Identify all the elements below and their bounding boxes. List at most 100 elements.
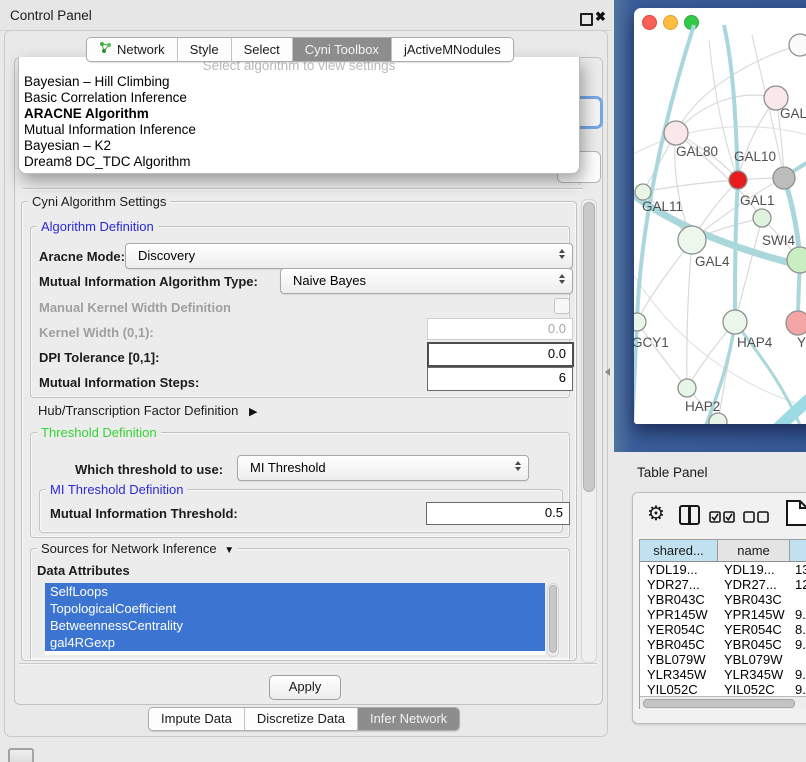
network-node-gal11[interactable] <box>635 184 651 200</box>
bottom-tab-discretize-data[interactable]: Discretize Data <box>245 708 358 730</box>
column-chooser-icon[interactable] <box>679 505 700 525</box>
node-label-gal1: GAL1 <box>740 193 775 208</box>
table-row-3[interactable]: YPR145WYPR145W9. <box>640 607 806 622</box>
attribute-item-betweennesscentrality[interactable]: BetweennessCentrality <box>45 617 545 634</box>
bottom-tab-infer-network[interactable]: Infer Network <box>358 708 459 730</box>
kernel-width-field[interactable]: 0.0 <box>427 318 573 340</box>
float-icon[interactable] <box>580 13 593 26</box>
mi-type-value: Naive Bayes <box>293 273 366 288</box>
network-node-y[interactable] <box>786 311 806 335</box>
table-horizontal-scrollbar[interactable] <box>640 696 806 709</box>
sources-group-title: Sources for Network Inference ▼ <box>37 541 238 556</box>
network-view-window[interactable]: GALGAL80GAL10GAL11GAL1SWI4GAL4GCY1HAP4YH… <box>634 8 806 424</box>
network-node-hap2[interactable] <box>678 379 696 397</box>
kernel-width-value: 0.0 <box>428 319 572 336</box>
table-row-7[interactable]: YLR345WYLR345W9. <box>640 667 806 682</box>
sources-title-text: Sources for Network Inference <box>41 541 217 556</box>
select-all-checkboxes-icon[interactable] <box>709 511 736 527</box>
cyni-algorithm-settings-group: Cyni Algorithm Settings Algorithm Defini… <box>21 201 577 661</box>
close-window-icon[interactable] <box>642 15 657 30</box>
network-node-4[interactable] <box>773 167 795 189</box>
tab-network[interactable]: Network <box>87 38 178 61</box>
network-node-hap4[interactable] <box>723 310 747 334</box>
network-node-gal10[interactable] <box>729 171 747 189</box>
node-label-gal: GAL <box>780 106 806 121</box>
node-label-gal11: GAL11 <box>642 199 683 214</box>
network-node-gal4[interactable] <box>678 226 706 254</box>
network-node-swi4[interactable] <box>787 247 806 273</box>
tab-cyni-toolbox[interactable]: Cyni Toolbox <box>293 38 392 61</box>
dpi-tolerance-value: 0.0 <box>429 344 572 361</box>
group-divider-line <box>23 188 583 190</box>
network-node-gcy1[interactable] <box>634 313 646 331</box>
apply-button[interactable]: Apply <box>269 675 341 700</box>
attribute-item-gal4rgexp[interactable]: gal4RGexp <box>45 634 545 651</box>
node-label-hap4: HAP4 <box>737 335 773 350</box>
algorithm-option-dream8-dc-tdc-algorithm[interactable]: Dream8 DC_TDC Algorithm <box>19 154 579 170</box>
tab-jactivemnodules[interactable]: jActiveMNodules <box>392 38 513 61</box>
algorithm-dropdown-popup: Select algorithm to view settings Bayesi… <box>18 57 580 174</box>
algorithm-option-aracne-algorithm[interactable]: ARACNE Algorithm <box>19 106 579 122</box>
node-label-gal80: GAL80 <box>676 144 718 159</box>
node-label-gcy1: GCY1 <box>634 335 669 350</box>
collapsed-panel-button[interactable] <box>8 748 34 762</box>
column-header-0[interactable]: shared... <box>640 540 718 562</box>
mi-steps-field[interactable]: 6 <box>427 367 573 391</box>
node-label-gal10: GAL10 <box>734 149 776 164</box>
mi-threshold-group: MI Threshold Definition Mutual Informati… <box>39 489 563 533</box>
network-node-gal1[interactable] <box>753 209 771 227</box>
table-row-0[interactable]: YDL19...YDL19...13 <box>640 562 806 577</box>
application-window: Control Panel ✖ NetworkStyleSelectCyni T… <box>0 0 806 762</box>
table-row-6[interactable]: YBL079WYBL079W <box>640 652 806 667</box>
table-cell: YDL19... <box>640 562 717 577</box>
settings-scrollbar[interactable] <box>581 199 597 663</box>
table-cell: 9. <box>788 667 806 682</box>
table-cell: YPR145W <box>717 607 788 622</box>
network-node-0[interactable] <box>789 34 806 56</box>
tab-select[interactable]: Select <box>232 38 293 61</box>
aracne-mode-label: Aracne Mode: <box>39 249 125 264</box>
export-table-icon[interactable] <box>785 499 806 530</box>
splitpane-collapse-icon[interactable] <box>605 368 610 376</box>
gear-icon[interactable]: ⚙ <box>647 501 665 526</box>
table-row-2[interactable]: YBR043CYBR043C <box>640 592 806 607</box>
which-threshold-combo[interactable]: MI Threshold <box>237 455 529 481</box>
mi-threshold-group-title: MI Threshold Definition <box>46 482 187 497</box>
column-header-2[interactable]: A <box>790 540 806 562</box>
aracne-mode-combo[interactable]: Discovery <box>125 243 573 269</box>
hub-definition-expander[interactable]: Hub/Transcription Factor Definition ▶ <box>38 403 257 418</box>
bottom-tab-impute-data-label: Impute Data <box>161 711 232 726</box>
minimize-window-icon[interactable] <box>663 15 678 30</box>
tab-style[interactable]: Style <box>178 38 232 61</box>
close-icon[interactable]: ✖ <box>595 9 606 25</box>
table-cell: YIL052C <box>717 682 788 697</box>
algorithm-option-bayesian-hill-climbing[interactable]: Bayesian – Hill Climbing <box>19 74 579 90</box>
table-cell: 8. <box>788 622 806 637</box>
mi-threshold-field[interactable]: 0.5 <box>426 502 570 525</box>
algorithm-dropdown-list: Bayesian – Hill ClimbingBasic Correlatio… <box>19 74 579 170</box>
table-row-5[interactable]: YBR045CYBR045C9. <box>640 637 806 652</box>
column-header-1[interactable]: name <box>718 540 790 562</box>
table-row-4[interactable]: YER054CYER054C8. <box>640 622 806 637</box>
collapse-down-icon[interactable]: ▼ <box>224 545 234 556</box>
algorithm-option-basic-correlation-inference[interactable]: Basic Correlation Inference <box>19 90 579 106</box>
mi-threshold-label: Mutual Information Threshold: <box>50 506 238 521</box>
table-row-8[interactable]: YIL052CYIL052C9. <box>640 682 806 697</box>
network-node-gal80[interactable] <box>664 121 688 145</box>
table-cell: 9. <box>788 682 806 697</box>
attributes-scrollbar[interactable] <box>547 583 559 657</box>
node-table: shared...nameA YDL19...YDL19...13YDR27..… <box>639 539 806 709</box>
dpi-tolerance-field[interactable]: 0.0 <box>427 342 574 367</box>
table-row-1[interactable]: YDR27...YDR27...12 <box>640 577 806 592</box>
deselect-all-checkboxes-icon[interactable] <box>743 511 770 527</box>
manual-kernel-checkbox[interactable] <box>554 298 570 314</box>
algorithm-option-mutual-information-inference[interactable]: Mutual Information Inference <box>19 122 579 138</box>
mi-type-combo[interactable]: Naive Bayes <box>280 268 573 294</box>
algorithm-option-bayesian-k2[interactable]: Bayesian – K2 <box>19 138 579 154</box>
attribute-item-topologicalcoefficient[interactable]: TopologicalCoefficient <box>45 600 545 617</box>
bottom-tab-impute-data[interactable]: Impute Data <box>149 708 245 730</box>
table-cell: YIL052C <box>640 682 717 697</box>
tab-cyni-toolbox-label: Cyni Toolbox <box>305 42 379 57</box>
manual-kernel-label: Manual Kernel Width Definition <box>39 300 231 315</box>
attribute-item-selfloops[interactable]: SelfLoops <box>45 583 545 600</box>
